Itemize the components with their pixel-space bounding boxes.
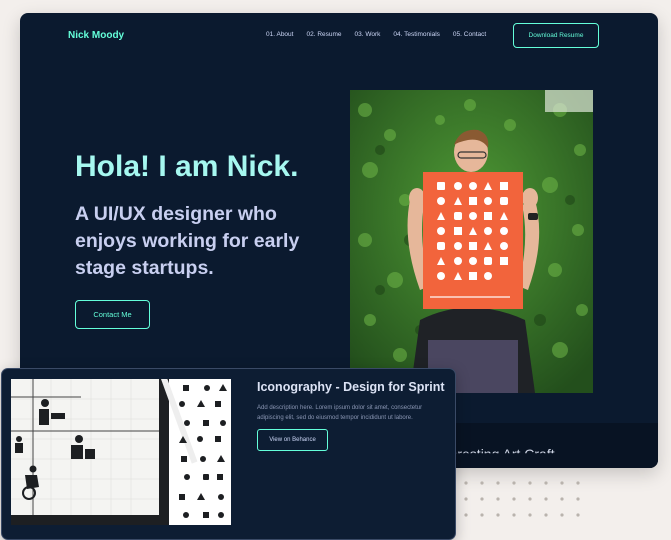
- nav-resume[interactable]: 02. Resume: [306, 31, 341, 38]
- project-title: Iconography - Design for Sprint: [257, 380, 445, 394]
- hero-title: Hola! I am Nick.: [75, 150, 299, 183]
- hero-photo: [350, 90, 593, 393]
- nav-testimonials[interactable]: 04. Testimonials: [393, 31, 440, 38]
- iconography-tablet-image: [11, 379, 231, 525]
- contact-me-button[interactable]: Contact Me: [75, 300, 150, 329]
- project-thumbnail[interactable]: [11, 379, 231, 525]
- main-nav: 01. About 02. Resume 03. Work 04. Testim…: [266, 31, 486, 38]
- project-description: Add description here. Lorem ipsum dolor …: [257, 405, 423, 421]
- person-holding-poster-image: [350, 90, 593, 393]
- hero-subtitle: A UI/UX designer who enjoys working for …: [75, 203, 300, 279]
- nav-work[interactable]: 03. Work: [355, 31, 381, 38]
- dot-grid-decoration: [464, 481, 580, 517]
- download-resume-button[interactable]: Download Resume: [513, 23, 599, 48]
- view-on-behance-button[interactable]: View on Behance: [257, 429, 328, 451]
- nav-contact[interactable]: 05. Contact: [453, 31, 486, 38]
- brand-logo[interactable]: Nick Moody: [68, 30, 124, 41]
- nav-about[interactable]: 01. About: [266, 31, 293, 38]
- project-card[interactable]: Iconography - Design for Sprint Add desc…: [1, 368, 456, 540]
